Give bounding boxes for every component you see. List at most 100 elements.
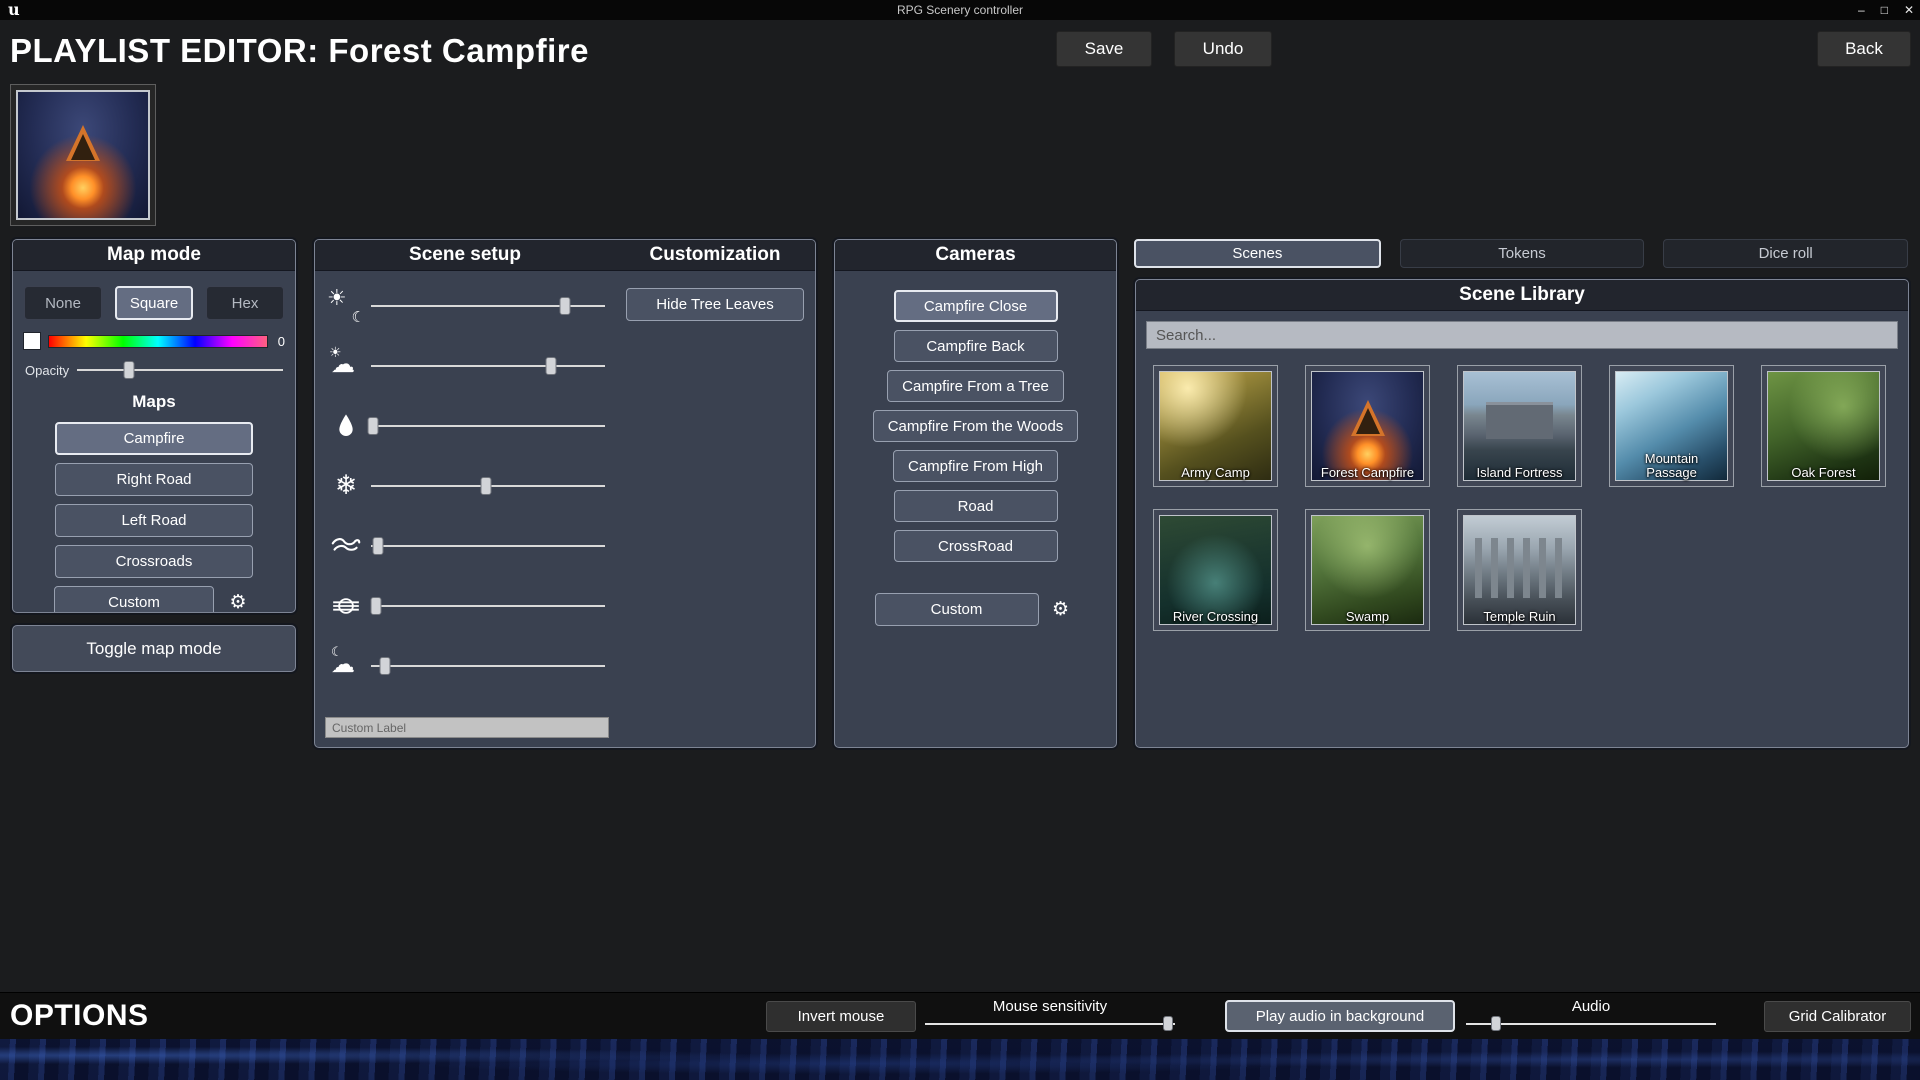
cloud-sun-icon: ☀ ☁ (321, 347, 371, 384)
hide-tree-leaves-button[interactable]: Hide Tree Leaves (626, 288, 804, 321)
scene-grid: Army Camp Forest Campfire Island Fortres… (1136, 359, 1908, 631)
scene-card-swamp[interactable]: Swamp (1305, 509, 1430, 631)
invert-mouse-button[interactable]: Invert mouse (766, 1001, 916, 1032)
audio-volume-slider-handle[interactable] (1491, 1016, 1501, 1031)
day-night-row: ☀ ☾ (321, 287, 605, 324)
mouse-sensitivity-slider-handle[interactable] (1163, 1016, 1173, 1031)
opacity-slider-handle[interactable] (123, 361, 134, 379)
fog-slider[interactable] (371, 596, 605, 616)
unreal-logo-icon: u (8, 0, 20, 20)
undo-button[interactable]: Undo (1174, 31, 1272, 67)
back-button[interactable]: Back (1817, 31, 1911, 67)
playlist-scene-thumbnail[interactable] (10, 84, 156, 226)
camera-road-button[interactable]: Road (894, 490, 1058, 522)
cloudiness-slider-handle[interactable] (546, 357, 557, 375)
options-title: OPTIONS (10, 999, 149, 1033)
grid-color-swatch[interactable] (23, 332, 41, 350)
grid-calibrator-button[interactable]: Grid Calibrator (1764, 1001, 1911, 1032)
maximize-icon[interactable]: □ (1881, 0, 1888, 20)
forest-campfire-thumbnail-image (16, 90, 150, 220)
scene-library-panel: Scene Library Army Camp Forest Campfire … (1135, 279, 1909, 748)
night-clouds-icon: ☾ ☁ (321, 647, 371, 684)
audio-label: Audio (1466, 998, 1716, 1015)
play-audio-in-background-button[interactable]: Play audio in background (1225, 1000, 1455, 1032)
map-left-road-button[interactable]: Left Road (55, 504, 253, 537)
map-mode-none-button[interactable]: None (24, 286, 102, 320)
scene-setup-panel: Scene setup Customization ☀ ☾ ☀ (314, 239, 816, 748)
camera-crossroad-button[interactable]: CrossRoad (894, 530, 1058, 562)
cloud-sun-row: ☀ ☁ (321, 347, 605, 384)
scene-card-label: Island Fortress (1458, 466, 1581, 481)
hue-gradient-slider[interactable] (48, 335, 268, 348)
snow-slider[interactable] (371, 476, 605, 496)
tab-tokens[interactable]: Tokens (1400, 239, 1645, 268)
maps-section-title: Maps (13, 392, 295, 412)
map-mode-square-button[interactable]: Square (115, 286, 193, 320)
minimize-icon[interactable]: – (1858, 0, 1865, 20)
camera-campfire-from-a-tree-button[interactable]: Campfire From a Tree (887, 370, 1064, 402)
save-button[interactable]: Save (1056, 31, 1152, 67)
scene-card-label: Army Camp (1154, 466, 1277, 481)
rain-slider[interactable] (371, 416, 605, 436)
library-tabs: Scenes Tokens Dice roll (1134, 239, 1908, 268)
page-title: PLAYLIST EDITOR: Forest Campfire (10, 32, 589, 70)
scene-card-forest-campfire[interactable]: Forest Campfire (1305, 365, 1430, 487)
tab-scenes[interactable]: Scenes (1134, 239, 1381, 268)
audio-volume-group: Audio (1466, 998, 1716, 1032)
rain-slider-handle[interactable] (368, 417, 379, 435)
scene-card-temple-ruin[interactable]: Temple Ruin (1457, 509, 1582, 631)
cloudiness-slider[interactable] (371, 356, 605, 376)
scene-card-label: Mountain Passage (1610, 452, 1733, 481)
scene-card-island-fortress[interactable]: Island Fortress (1457, 365, 1582, 487)
scene-card-army-camp[interactable]: Army Camp (1153, 365, 1278, 487)
scene-card-label: Oak Forest (1762, 466, 1885, 481)
night-clouds-slider-handle[interactable] (380, 657, 391, 675)
tab-dice-roll[interactable]: Dice roll (1663, 239, 1908, 268)
map-campfire-button[interactable]: Campfire (55, 422, 253, 455)
hue-value: 0 (275, 334, 285, 349)
cameras-panel-title: Cameras (835, 240, 1116, 271)
day-night-slider[interactable] (371, 296, 605, 316)
scene-card-label: Forest Campfire (1306, 466, 1429, 481)
close-icon[interactable]: ✕ (1904, 0, 1914, 20)
camera-campfire-close-button[interactable]: Campfire Close (894, 290, 1058, 322)
day-night-icon: ☀ ☾ (321, 287, 371, 324)
search-input[interactable] (1146, 321, 1898, 349)
window-title: RPG Scenery controller (0, 3, 1920, 17)
snow-slider-handle[interactable] (480, 477, 491, 495)
camera-campfire-from-the-woods-button[interactable]: Campfire From the Woods (873, 410, 1079, 442)
rain-row (321, 407, 605, 444)
scene-card-label: River Crossing (1154, 610, 1277, 625)
scene-library-title: Scene Library (1136, 280, 1908, 311)
fog-row (321, 587, 605, 624)
fog-slider-handle[interactable] (370, 597, 381, 615)
wind-slider[interactable] (371, 536, 605, 556)
scene-card-oak-forest[interactable]: Oak Forest (1761, 365, 1886, 487)
custom-label-input[interactable] (325, 717, 609, 738)
wind-slider-handle[interactable] (373, 537, 384, 555)
camera-custom-gear-button[interactable]: ⚙ (1045, 594, 1077, 626)
map-right-road-button[interactable]: Right Road (55, 463, 253, 496)
rain-icon (321, 407, 371, 444)
opacity-label: Opacity (25, 363, 69, 378)
cameras-panel: Cameras Campfire Close Campfire Back Cam… (834, 239, 1117, 748)
title-bar: u RPG Scenery controller – □ ✕ (0, 0, 1920, 20)
map-crossroads-button[interactable]: Crossroads (55, 545, 253, 578)
day-night-slider-handle[interactable] (560, 297, 571, 315)
map-custom-button[interactable]: Custom (54, 586, 214, 613)
mouse-sensitivity-slider[interactable] (925, 1016, 1175, 1032)
scene-setup-title: Scene setup (315, 244, 615, 266)
map-custom-gear-button[interactable]: ⚙ (222, 587, 254, 614)
opacity-slider-track (77, 369, 283, 371)
audio-volume-slider[interactable] (1466, 1016, 1716, 1032)
toggle-map-mode-button[interactable]: Toggle map mode (12, 625, 296, 672)
scene-card-river-crossing[interactable]: River Crossing (1153, 509, 1278, 631)
camera-campfire-from-high-button[interactable]: Campfire From High (893, 450, 1058, 482)
camera-custom-button[interactable]: Custom (875, 593, 1039, 626)
map-mode-hex-button[interactable]: Hex (206, 286, 284, 320)
opacity-slider[interactable] (77, 360, 283, 380)
scene-card-mountain-passage[interactable]: Mountain Passage (1609, 365, 1734, 487)
camera-campfire-back-button[interactable]: Campfire Back (894, 330, 1058, 362)
map-mode-panel-title: Map mode (13, 240, 295, 271)
night-clouds-slider[interactable] (371, 656, 605, 676)
